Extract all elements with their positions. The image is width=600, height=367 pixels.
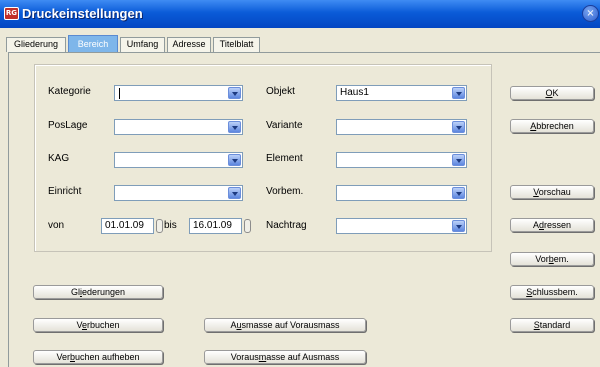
abbrechen-button[interactable]: Abbrechen [510, 119, 594, 133]
dropdown-button[interactable] [452, 154, 465, 166]
dropdown-button[interactable] [228, 87, 241, 99]
ok-button[interactable]: OK [510, 86, 594, 100]
chevron-down-icon [456, 92, 462, 96]
chevron-down-icon [456, 159, 462, 163]
kag-combo[interactable] [114, 152, 243, 168]
von-spin-icon[interactable] [156, 219, 163, 233]
chevron-down-icon [456, 126, 462, 130]
label-variante: Variante [266, 120, 303, 131]
nachtrag-combo[interactable] [336, 218, 467, 234]
chevron-down-icon [232, 126, 238, 130]
variante-combo[interactable] [336, 119, 467, 135]
label-einricht: Einricht [48, 186, 82, 197]
dropdown-button[interactable] [228, 154, 241, 166]
dropdown-button[interactable] [452, 121, 465, 133]
text-caret [119, 88, 120, 99]
label-kag: KAG [48, 153, 70, 164]
label-element: Element [266, 153, 303, 164]
dropdown-button[interactable] [452, 220, 465, 232]
chevron-down-icon [456, 192, 462, 196]
close-icon[interactable]: × [582, 5, 599, 22]
chevron-down-icon [232, 192, 238, 196]
vorbem-combo[interactable] [336, 185, 467, 201]
vorbem-button[interactable]: Vorbem. [510, 252, 594, 266]
tab-adresse[interactable]: Adresse [167, 37, 211, 52]
dropdown-button[interactable] [228, 187, 241, 199]
vorausmasse-auf-ausmass-button[interactable]: Vorausmasse auf Ausmass [204, 350, 366, 364]
label-vorbem: Vorbem. [266, 186, 304, 197]
objekt-value: Haus1 [340, 87, 369, 98]
dropdown-button[interactable] [228, 121, 241, 133]
dropdown-button[interactable] [452, 187, 465, 199]
label-nachtrag: Nachtrag [266, 220, 307, 231]
label-objekt: Objekt [266, 86, 295, 97]
ausmasse-auf-vorausmass-button[interactable]: Ausmasse auf Vorausmass [204, 318, 366, 332]
tab-gliederung[interactable]: Gliederung [6, 37, 66, 52]
schlussbem-button[interactable]: Schlussbem. [510, 285, 594, 299]
chevron-down-icon [232, 92, 238, 96]
label-bis: bis [164, 220, 177, 231]
kategorie-combo[interactable] [114, 85, 243, 101]
tab-umfang[interactable]: Umfang [120, 37, 165, 52]
einricht-combo[interactable] [114, 185, 243, 201]
chevron-down-icon [232, 159, 238, 163]
window-title: Druckeinstellungen [22, 6, 143, 21]
standard-button[interactable]: Standard [510, 318, 594, 332]
dropdown-button[interactable] [452, 87, 465, 99]
label-von: von [48, 220, 65, 231]
vorschau-button[interactable]: Vorschau [510, 185, 594, 199]
element-combo[interactable] [336, 152, 467, 168]
label-kategorie: Kategorie [48, 86, 91, 97]
label-poslage: PosLage [48, 120, 88, 131]
poslage-combo[interactable] [114, 119, 243, 135]
bis-date-value: 16.01.09 [193, 220, 232, 231]
verbuchen-aufheben-button[interactable]: Verbuchen aufheben [33, 350, 163, 364]
chevron-down-icon [456, 225, 462, 229]
app-icon: RG [4, 7, 19, 20]
von-date-field[interactable]: 01.01.09 [101, 218, 154, 234]
bis-spin-icon[interactable] [244, 219, 251, 233]
gliederungen-button[interactable]: Gliederungen [33, 285, 163, 299]
adressen-button[interactable]: Adressen [510, 218, 594, 232]
bis-date-field[interactable]: 16.01.09 [189, 218, 242, 234]
von-date-value: 01.01.09 [105, 220, 144, 231]
verbuchen-button[interactable]: Verbuchen [33, 318, 163, 332]
tab-titelblatt[interactable]: Titelblatt [213, 37, 260, 52]
objekt-combo[interactable]: Haus1 [336, 85, 467, 101]
